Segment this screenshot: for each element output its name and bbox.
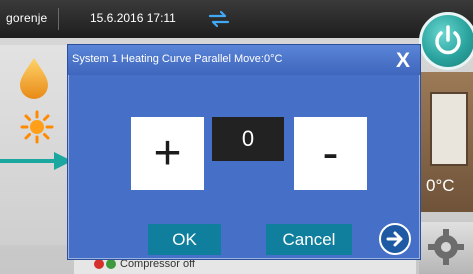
room-window: [430, 92, 468, 166]
cancel-button[interactable]: Cancel: [266, 224, 352, 255]
arrow-right-icon: [386, 231, 403, 247]
status-indicator-red: [94, 259, 104, 269]
dialog-title: System 1 Heating Curve Parallel Move:0°C: [72, 53, 283, 65]
temperature-readout: 0°C: [426, 176, 455, 195]
close-button[interactable]: X: [396, 49, 410, 73]
value-display: 0: [212, 117, 284, 161]
sun-icon: [20, 110, 54, 149]
top-bar: gorenje 15.6.2016 17:11: [0, 0, 473, 38]
power-button[interactable]: [419, 12, 473, 70]
datetime: 15.6.2016 17:11: [90, 11, 176, 25]
next-button[interactable]: [379, 223, 411, 255]
dialog-titlebar: System 1 Heating Curve Parallel Move:0°C…: [68, 45, 420, 75]
increase-button[interactable]: +: [131, 117, 204, 190]
pointer-arrow-icon: [0, 150, 72, 177]
brand-logo: gorenje: [6, 11, 48, 25]
divider: [58, 8, 59, 30]
sync-arrows-icon[interactable]: [208, 10, 230, 33]
status-indicator-green: [106, 259, 116, 269]
settings-button[interactable]: [419, 222, 473, 274]
parallel-move-dialog: System 1 Heating Curve Parallel Move:0°C…: [67, 44, 421, 260]
decrease-button[interactable]: -: [294, 117, 367, 190]
gear-icon: [428, 229, 464, 265]
power-icon: [435, 25, 461, 55]
ok-button[interactable]: OK: [148, 224, 221, 255]
water-drop-icon: [16, 56, 52, 105]
